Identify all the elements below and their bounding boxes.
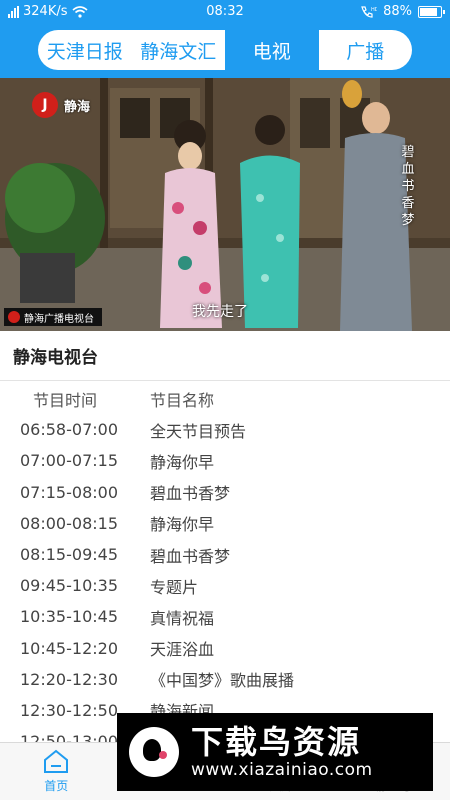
schedule-row[interactable]: 07:15-08:00 碧血书香梦 <box>0 477 450 508</box>
program-name: 碧血书香梦 <box>150 484 231 504</box>
schedule-row[interactable]: 08:00-08:15 静海你早 <box>0 508 450 539</box>
tab-tianjin-daily[interactable]: 天津日报 <box>38 30 132 70</box>
program-time: 07:15-08:00 <box>20 482 118 502</box>
program-name: 碧血书香梦 <box>150 546 231 566</box>
program-time: 09:45-10:35 <box>20 576 118 596</box>
station-logo-text: 静海 <box>64 99 91 115</box>
program-name: 静海你早 <box>150 515 215 535</box>
tab-radio[interactable]: 广播 <box>319 30 413 70</box>
program-time: 08:00-08:15 <box>20 513 118 533</box>
program-name: 全天节目预告 <box>150 421 247 441</box>
program-name: 天涯浴血 <box>150 640 215 660</box>
status-bar: 324K/s 08:32 HD 88% <box>0 0 450 24</box>
header-name: 节目名称 <box>150 390 215 410</box>
program-time: 06:58-07:00 <box>20 420 118 440</box>
tab-tv[interactable]: 电视 <box>225 30 319 70</box>
program-time: 08:15-09:45 <box>20 545 118 565</box>
svg-text:HD: HD <box>371 7 377 13</box>
top-bar: 324K/s 08:32 HD 88% 天津日报 静海文汇 电视 广播 <box>0 0 450 78</box>
program-name: 静海你早 <box>150 452 215 472</box>
channel-title: 静海电视台 <box>0 331 450 381</box>
nav-home[interactable]: 首页 <box>0 743 113 800</box>
station-logo: J 静海 <box>32 92 90 118</box>
call-icon: HD <box>361 5 377 18</box>
program-time: 12:20-12:30 <box>20 669 118 689</box>
category-tabs: 天津日报 静海文汇 电视 广播 <box>38 30 412 70</box>
header-time: 节目时间 <box>33 390 98 410</box>
program-schedule: 节目时间 节目名称 06:58-07:00 全天节目预告 07:00-07:15 静… <box>0 383 450 757</box>
tab-jinghai-wenhui[interactable]: 静海文汇 <box>132 30 226 70</box>
video-player[interactable]: J 静海 碧血书香梦 我先走了 静海广播电视台 <box>0 78 450 331</box>
bird-logo-icon <box>129 727 179 777</box>
program-time: 07:00-07:15 <box>20 451 118 471</box>
nav-home-label: 首页 <box>44 779 69 793</box>
download-banner[interactable]: 下载鸟资源 www.xiazainiao.com <box>117 713 433 791</box>
schedule-row[interactable]: 12:20-12:30 《中国梦》歌曲展播 <box>0 664 450 695</box>
schedule-row[interactable]: 06:58-07:00 全天节目预告 <box>0 414 450 445</box>
program-time: 10:35-10:45 <box>20 607 118 627</box>
video-subtitle: 我先走了 <box>192 304 248 320</box>
home-icon <box>44 749 69 773</box>
program-name: 《中国梦》歌曲展播 <box>150 671 295 691</box>
schedule-row[interactable]: 10:35-10:45 真情祝福 <box>0 601 450 632</box>
schedule-row[interactable]: 08:15-09:45 碧血书香梦 <box>0 539 450 570</box>
program-name: 专题片 <box>150 577 199 597</box>
station-watermark: 静海广播电视台 <box>4 308 102 326</box>
schedule-header: 节目时间 节目名称 <box>0 383 450 414</box>
schedule-row[interactable]: 09:45-10:35 专题片 <box>0 570 450 601</box>
banner-url: www.xiazainiao.com <box>191 760 373 780</box>
program-name: 真情祝福 <box>150 608 215 628</box>
battery-percent: 88% <box>383 4 412 19</box>
watermark-logo-icon <box>8 311 20 323</box>
schedule-row[interactable]: 07:00-07:15 静海你早 <box>0 445 450 476</box>
station-logo-icon: J <box>32 92 58 118</box>
battery-icon <box>418 5 445 18</box>
watermark-text: 静海广播电视台 <box>24 313 94 325</box>
schedule-row[interactable]: 10:45-12:20 天涯浴血 <box>0 633 450 664</box>
program-vertical-title: 碧血书香梦 <box>401 145 415 228</box>
program-time: 10:45-12:20 <box>20 638 118 658</box>
banner-title: 下载鸟资源 <box>191 723 362 761</box>
